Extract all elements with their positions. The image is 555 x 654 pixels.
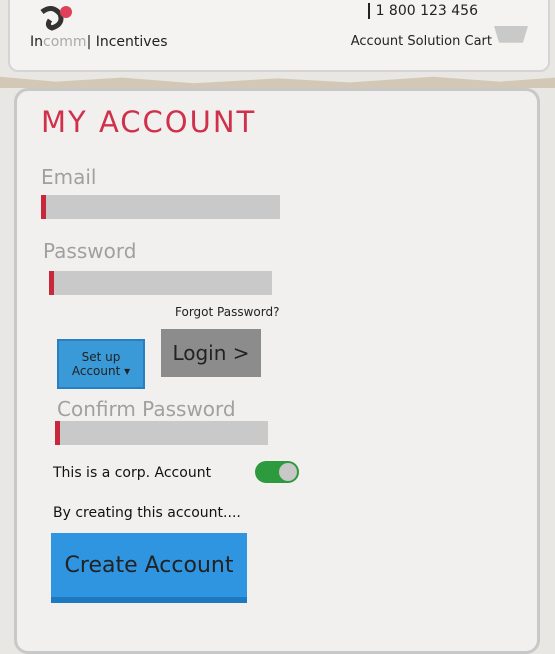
top-nav: Account Solution Cart [351, 34, 492, 49]
header-bar: 1 800 123 456 Incomm| Incentives Account… [8, 0, 550, 72]
corp-account-label: This is a corp. Account [53, 465, 212, 481]
cart-icon[interactable] [494, 26, 528, 43]
phone-number: 1 800 123 456 [367, 3, 478, 19]
nav-account[interactable]: Account [351, 34, 404, 49]
brand-name[interactable]: Incomm| Incentives [30, 34, 168, 50]
brand-muted: comm [43, 34, 87, 50]
email-label: Email [41, 165, 97, 189]
logo-icon [40, 6, 72, 31]
password-field[interactable] [49, 271, 272, 295]
setup-account-button[interactable]: Set up Account ▾ [57, 339, 145, 389]
brand-prefix: In [30, 34, 44, 50]
brand-suffix: | Incentives [86, 34, 168, 50]
login-button[interactable]: Login > [161, 329, 261, 377]
account-card: MY ACCOUNT Email Password Forgot Passwor… [14, 88, 540, 654]
confirm-password-field[interactable] [55, 421, 268, 445]
terms-text: By creating this account.... [53, 505, 241, 521]
nav-solution[interactable]: Solution [407, 34, 460, 49]
create-account-button[interactable]: Create Account [51, 533, 247, 603]
confirm-password-label: Confirm Password [57, 397, 236, 421]
password-label: Password [43, 239, 137, 263]
corp-account-toggle[interactable] [255, 461, 299, 483]
paper-edge [0, 76, 555, 88]
email-field[interactable] [41, 195, 280, 219]
toggle-knob [279, 463, 297, 481]
forgot-password-link[interactable]: Forgot Password? [175, 305, 279, 319]
nav-cart[interactable]: Cart [465, 34, 493, 49]
page-title: MY ACCOUNT [41, 105, 257, 139]
